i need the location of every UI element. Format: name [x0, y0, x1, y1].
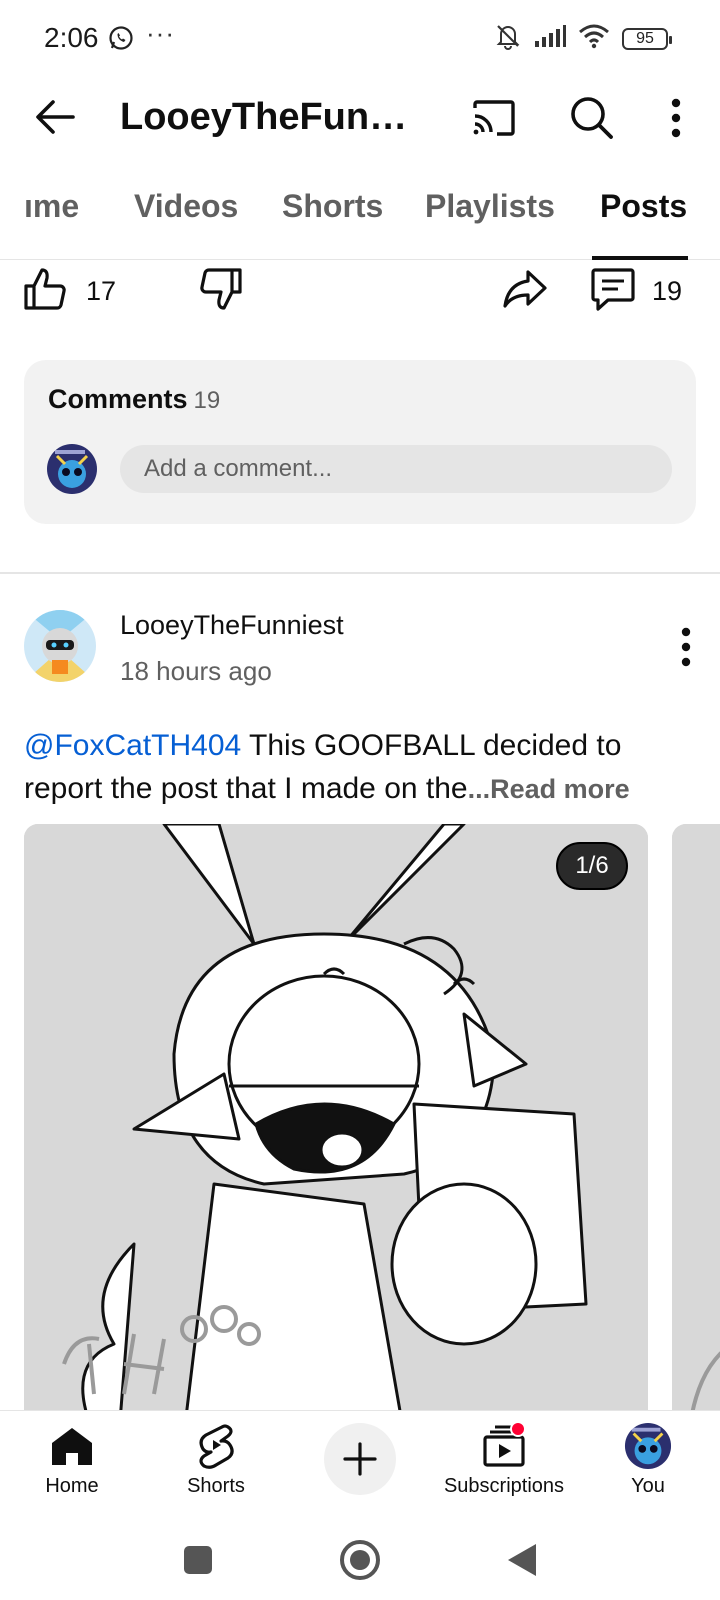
share-icon	[502, 268, 548, 315]
nav-home[interactable]: Home	[2, 1421, 142, 1498]
comment-button[interactable]: 19	[590, 262, 682, 320]
share-button[interactable]	[502, 262, 548, 320]
more-vert-icon[interactable]	[652, 92, 700, 144]
signal-icon	[534, 24, 566, 53]
post-actions: 17 19	[0, 262, 720, 322]
dislike-button[interactable]	[198, 262, 244, 320]
search-icon[interactable]	[566, 92, 618, 144]
wifi-icon	[578, 23, 610, 54]
subscriptions-icon	[434, 1421, 574, 1471]
next-post-image[interactable]	[672, 824, 720, 1414]
back-triangle-icon[interactable]	[500, 1538, 544, 1582]
nav-subscriptions-label: Subscriptions	[443, 1475, 565, 1497]
avatar	[578, 1421, 718, 1471]
whatsapp-icon	[108, 25, 134, 51]
shorts-icon	[146, 1421, 286, 1471]
tab-posts[interactable]: Posts	[600, 188, 687, 225]
notification-dot	[510, 1421, 526, 1437]
nav-shorts-label: Shorts	[187, 1475, 245, 1497]
more-notifications-indicator: ···	[146, 18, 175, 48]
avatar	[47, 444, 97, 494]
thumbs-down-icon	[198, 266, 244, 317]
status-time: 2:06	[44, 22, 99, 53]
plus-icon	[343, 1442, 377, 1476]
comment-count: 19	[652, 275, 683, 306]
system-navigation	[0, 1520, 720, 1600]
mention-link[interactable]: @FoxCatTH404	[24, 729, 241, 762]
app-bar: LooeyTheFunni...	[0, 78, 720, 158]
cast-icon[interactable]	[468, 92, 520, 144]
channel-title: LooeyTheFunni...	[120, 96, 430, 138]
tab-home[interactable]: ıme	[24, 188, 79, 225]
battery-icon: 95	[622, 27, 672, 50]
home-icon	[2, 1421, 142, 1471]
status-bar: 2:06 ··· 95	[0, 0, 720, 78]
nav-home-label: Home	[45, 1475, 99, 1497]
thumbs-up-icon	[22, 266, 68, 317]
active-tab-indicator	[592, 256, 688, 260]
comment-icon	[590, 266, 636, 317]
channel-tabs: ıme Videos Shorts Playlists Posts	[0, 172, 720, 260]
post-author-avatar[interactable]	[24, 610, 96, 682]
nav-you[interactable]: You	[578, 1421, 718, 1498]
back-arrow-icon[interactable]	[30, 92, 80, 142]
status-icons: 95	[494, 22, 672, 55]
post-body: @FoxCatTH404 This GOOFBALL decided to re…	[24, 724, 704, 811]
nav-you-label: You	[631, 1475, 665, 1497]
post-image[interactable]	[24, 824, 648, 1414]
comments-header: Comments 19	[48, 384, 220, 415]
like-count: 17	[86, 275, 117, 306]
bell-off-icon	[494, 22, 522, 55]
tab-videos[interactable]: Videos	[134, 188, 238, 225]
home-circle-icon[interactable]	[338, 1538, 382, 1582]
post-author-name[interactable]: LooeyTheFunniest	[120, 610, 344, 641]
image-counter-badge: 1/6	[556, 842, 628, 890]
bottom-navigation: Home Shorts Subscriptions You	[0, 1410, 720, 1520]
add-comment-input[interactable]: Add a comment...	[120, 445, 672, 493]
comments-title: Comments	[48, 384, 188, 414]
divider	[0, 572, 720, 574]
post-more-icon[interactable]	[668, 622, 704, 672]
create-button[interactable]	[324, 1423, 396, 1495]
nav-subscriptions[interactable]: Subscriptions	[434, 1421, 574, 1498]
recents-icon[interactable]	[176, 1538, 220, 1582]
read-more-link[interactable]: ...Read more	[468, 774, 630, 804]
like-button[interactable]: 17	[22, 262, 116, 320]
comments-count: 19	[193, 387, 221, 414]
comments-card[interactable]: Comments 19 Add a comment...	[24, 360, 696, 524]
tab-playlists[interactable]: Playlists	[425, 188, 555, 225]
nav-shorts[interactable]: Shorts	[146, 1421, 286, 1498]
tab-shorts[interactable]: Shorts	[282, 188, 383, 225]
post-timestamp: 18 hours ago	[120, 656, 272, 686]
